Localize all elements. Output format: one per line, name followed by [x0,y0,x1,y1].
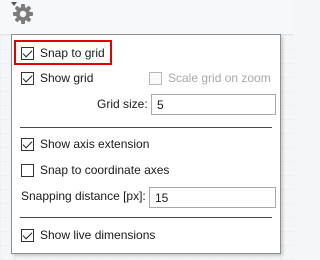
toolbar [0,0,293,35]
show-axis-extension-checkbox[interactable] [21,137,34,151]
show-live-dimensions-option[interactable]: Show live dimensions [21,225,155,245]
show-grid-label: Show grid [40,71,94,85]
show-axis-extension-label: Show axis extension [40,137,150,151]
show-live-dimensions-label: Show live dimensions [40,228,156,242]
grid-size-input[interactable] [151,94,276,115]
snap-to-coordinate-axes-label: Snap to coordinate axes [40,163,170,177]
snap-to-coordinate-axes-checkbox[interactable] [21,163,34,177]
snapping-options-menu: Snap to grid Show grid Scale grid on zoo… [11,34,281,254]
separator [20,217,272,218]
scale-grid-on-zoom-option[interactable]: Scale grid on zoom [149,68,271,88]
snapping-distance-label: Snapping distance [px]: [21,189,146,203]
show-grid-checkbox[interactable] [21,71,34,85]
snap-to-coordinate-axes-option[interactable]: Snap to coordinate axes [21,160,169,180]
snap-to-grid-option[interactable]: Snap to grid [21,43,105,63]
settings-dropdown-button[interactable] [11,2,41,30]
show-grid-option[interactable]: Show grid [21,68,93,88]
scale-grid-on-zoom-label: Scale grid on zoom [168,71,271,85]
snap-to-grid-label: Snap to grid [40,46,105,60]
scale-grid-on-zoom-checkbox[interactable] [149,71,162,85]
snap-to-grid-checkbox[interactable] [21,46,34,60]
show-live-dimensions-checkbox[interactable] [21,228,34,242]
show-axis-extension-option[interactable]: Show axis extension [21,134,149,154]
separator [20,127,272,128]
snapping-distance-input[interactable] [149,187,276,208]
grid-size-label: Grid size: [97,97,148,111]
caret-down-icon [11,2,17,6]
